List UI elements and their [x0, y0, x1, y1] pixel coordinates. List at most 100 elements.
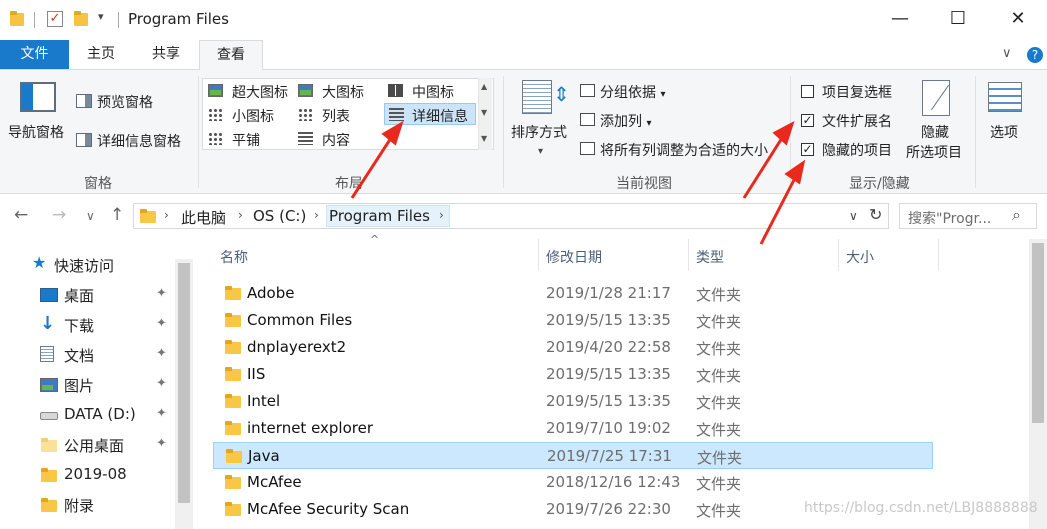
maximize-button[interactable]: ☐: [938, 6, 978, 32]
preview-pane-button[interactable]: 预览窗格: [97, 92, 153, 112]
breadcrumb-separator[interactable]: ›: [314, 208, 319, 222]
hidden-items-label[interactable]: 隐藏的项目: [822, 140, 892, 160]
breadcrumb-program-files[interactable]: Program Files: [329, 207, 430, 225]
column-divider[interactable]: [838, 239, 839, 271]
item-checkboxes-label[interactable]: 项目复选框: [822, 82, 892, 102]
hide-selected-button[interactable]: 隐藏: [921, 122, 949, 142]
table-row[interactable]: IIS 2019/5/15 13:35 文件夹: [213, 361, 933, 388]
breadcrumb-separator[interactable]: ›: [238, 208, 243, 222]
nav-item-quick-access[interactable]: ★ 快速访问: [0, 250, 175, 280]
add-columns-button[interactable]: 添加列 ▾: [600, 111, 651, 131]
column-header-size[interactable]: 大小: [846, 247, 874, 267]
nav-item-desktop[interactable]: 桌面 ✦: [0, 280, 175, 310]
column-header-date-modified[interactable]: 修改日期: [546, 247, 602, 267]
collapse-ribbon-icon[interactable]: ∨: [1002, 46, 1012, 61]
table-row[interactable]: internet explorer 2019/7/10 19:02 文件夹: [213, 415, 933, 442]
column-divider[interactable]: [538, 239, 539, 271]
breadcrumb-os-c[interactable]: OS (C:): [253, 207, 306, 225]
details-pane-button[interactable]: 详细信息窗格: [97, 131, 181, 151]
nav-pane-scrollbar[interactable]: [175, 259, 193, 529]
refresh-button[interactable]: ↻: [869, 205, 882, 224]
table-row[interactable]: dnplayerext2 2019/4/20 22:58 文件夹: [213, 334, 933, 361]
layout-large-icons[interactable]: 大图标: [322, 82, 364, 102]
address-dropdown-button[interactable]: ∨: [849, 209, 858, 223]
column-header-name[interactable]: 名称: [220, 247, 248, 267]
folder-icon: [10, 11, 24, 27]
options-button[interactable]: 选项: [990, 122, 1018, 142]
close-button[interactable]: ✕: [998, 6, 1038, 32]
group-by-icon: [580, 84, 595, 97]
new-folder-icon[interactable]: [74, 11, 88, 27]
customize-quick-access-icon[interactable]: ▾: [98, 10, 104, 23]
tab-share[interactable]: 共享: [138, 40, 194, 69]
breadcrumb-separator[interactable]: ›: [439, 208, 444, 222]
scroll-up-icon[interactable]: ▲: [481, 82, 487, 91]
sort-by-button[interactable]: 排序方式: [511, 122, 567, 142]
navigation-pane-icon[interactable]: [20, 82, 56, 112]
layout-medium-icons[interactable]: 中图标: [412, 82, 454, 102]
nav-item-data-drive[interactable]: DATA (D:) ✦: [0, 400, 175, 430]
help-icon[interactable]: ?: [1027, 47, 1043, 63]
pin-icon[interactable]: ✦: [156, 436, 167, 451]
pin-icon[interactable]: ✦: [156, 316, 167, 331]
pin-icon[interactable]: ✦: [156, 346, 167, 361]
table-row[interactable]: Common Files 2019/5/15 13:35 文件夹: [213, 307, 933, 334]
hide-selected-label[interactable]: 所选项目: [906, 142, 962, 162]
tab-view[interactable]: 查看: [199, 40, 263, 71]
search-input[interactable]: 搜索"Progr...: [908, 208, 991, 228]
table-row[interactable]: McAfee 2018/12/16 12:43 文件夹: [213, 469, 933, 496]
forward-button[interactable]: →: [52, 205, 66, 225]
column-divider[interactable]: [688, 239, 689, 271]
scrollbar-thumb[interactable]: [1032, 243, 1044, 423]
layout-list[interactable]: 列表: [322, 106, 350, 126]
folder-icon: [225, 286, 241, 300]
layout-small-icons[interactable]: 小图标: [232, 106, 274, 126]
tab-home[interactable]: 主页: [76, 40, 126, 69]
back-button[interactable]: ←: [14, 205, 28, 225]
minimize-button[interactable]: —: [880, 6, 920, 32]
expand-gallery-icon[interactable]: ▼: [481, 134, 487, 143]
nav-item-pictures[interactable]: 图片 ✦: [0, 370, 175, 400]
layout-extra-large-icons[interactable]: 超大图标: [232, 82, 288, 102]
up-button[interactable]: ↑: [110, 205, 124, 225]
table-row[interactable]: Java 2019/7/25 17:31 文件夹: [213, 442, 933, 469]
search-icon[interactable]: ⌕: [1012, 205, 1021, 225]
tab-file[interactable]: 文件: [0, 40, 69, 69]
nav-item-label: 公用桌面: [64, 437, 125, 455]
address-bar[interactable]: › 此电脑 › OS (C:) › Program Files › ∨ ↻: [133, 203, 889, 229]
layout-gallery-scroll[interactable]: ▲ ▼ ▼: [478, 78, 492, 150]
breadcrumb-separator[interactable]: ›: [164, 208, 169, 222]
column-divider[interactable]: [938, 239, 939, 271]
layout-content[interactable]: 内容: [322, 130, 350, 150]
file-type: 文件夹: [696, 394, 742, 412]
size-all-columns-button[interactable]: 将所有列调整为合适的大小: [600, 140, 785, 160]
pin-icon[interactable]: ✦: [156, 376, 167, 391]
pin-icon[interactable]: ✦: [156, 286, 167, 301]
table-row[interactable]: Intel 2019/5/15 13:35 文件夹: [213, 388, 933, 415]
scrollbar-thumb[interactable]: [178, 263, 190, 503]
search-box[interactable]: 搜索"Progr... ⌕: [899, 203, 1037, 229]
nav-item-public-desktop[interactable]: 公用桌面 ✦: [0, 430, 175, 460]
breadcrumb-this-pc[interactable]: 此电脑: [181, 207, 226, 228]
file-extensions-label[interactable]: 文件扩展名: [822, 111, 892, 131]
file-list-scrollbar[interactable]: [1029, 239, 1047, 529]
properties-icon[interactable]: ✓: [47, 11, 63, 27]
recent-locations-button[interactable]: ∨: [86, 209, 95, 223]
layout-details[interactable]: 详细信息: [412, 106, 468, 126]
nav-item-documents[interactable]: 文档 ✦: [0, 340, 175, 370]
file-extensions-checkbox[interactable]: ✓: [801, 114, 814, 127]
layout-tiles[interactable]: 平铺: [232, 130, 260, 150]
table-row[interactable]: Adobe 2019/1/28 21:17 文件夹: [213, 280, 933, 307]
nav-item-2019-08[interactable]: 2019-08: [0, 460, 175, 490]
nav-item-downloads[interactable]: ↓ 下载 ✦: [0, 310, 175, 340]
folder-icon: [140, 209, 156, 223]
pin-icon[interactable]: ✦: [156, 406, 167, 421]
hidden-items-checkbox[interactable]: ✓: [801, 143, 814, 156]
column-header-type[interactable]: 类型: [696, 247, 724, 267]
navigation-pane-button[interactable]: 导航窗格: [8, 122, 64, 142]
nav-item-appendix[interactable]: 附录: [0, 490, 175, 520]
group-by-button[interactable]: 分组依据 ▾: [600, 82, 665, 102]
item-checkboxes-checkbox[interactable]: [801, 85, 814, 98]
scroll-down-icon[interactable]: ▼: [481, 108, 487, 117]
nav-item-label: 文档: [64, 347, 95, 365]
